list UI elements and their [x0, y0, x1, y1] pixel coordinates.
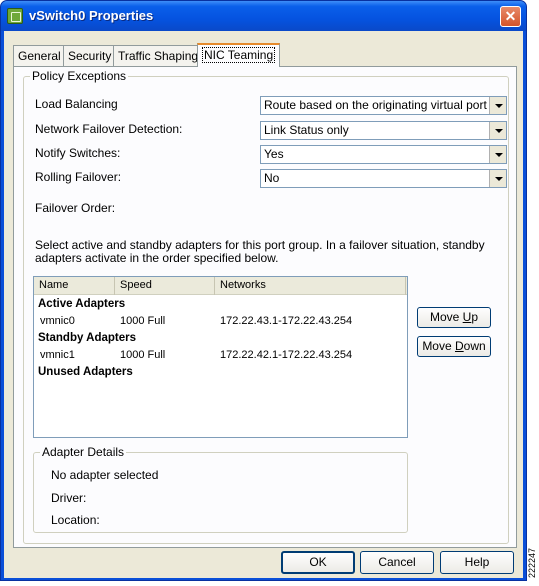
properties-window: vSwitch0 Properties ✕ General Security T…	[0, 0, 527, 581]
rolling-failover-value: No	[264, 171, 280, 185]
column-speed[interactable]: Speed	[115, 277, 215, 295]
adapter-details-status: No adapter selected	[51, 468, 159, 482]
failover-order-label: Failover Order:	[35, 201, 116, 215]
tab-security[interactable]: Security	[63, 45, 117, 66]
column-networks[interactable]: Networks	[215, 277, 406, 295]
adapter-list-header: Name Speed Networks	[34, 277, 407, 295]
unused-adapters-group: Unused Adapters	[34, 364, 407, 381]
figure-number: 222247	[527, 548, 537, 579]
driver-label: Driver:	[51, 491, 87, 505]
adapter-list[interactable]: Name Speed Networks Active Adapters vmni…	[33, 276, 408, 438]
failover-detection-value: Link Status only	[264, 123, 349, 137]
adapter-speed: 1000 Full	[120, 315, 166, 327]
column-name[interactable]: Name	[34, 277, 115, 295]
chevron-down-icon[interactable]	[489, 122, 506, 139]
vswitch-icon	[7, 8, 23, 24]
table-row[interactable]: vmnic1 1000 Full 172.22.42.1-172.22.43.2…	[34, 347, 407, 364]
help-button[interactable]: Help	[440, 551, 514, 574]
adapter-networks: 172.22.43.1-172.22.43.254	[220, 315, 353, 327]
cancel-button[interactable]: Cancel	[360, 551, 434, 574]
tab-traffic-shaping[interactable]: Traffic Shaping	[113, 45, 204, 66]
failover-detection-label: Network Failover Detection:	[35, 122, 183, 136]
tab-security-label: Security	[68, 49, 112, 63]
active-adapters-header: Active Adapters	[38, 298, 126, 310]
move-down-label-pre: Move	[422, 339, 455, 353]
nic-teaming-panel: Policy Exceptions Load Balancing Route b…	[13, 66, 517, 548]
adapter-name: vmnic0	[40, 315, 75, 327]
load-balancing-label: Load Balancing	[35, 97, 118, 111]
chevron-down-icon[interactable]	[489, 146, 506, 163]
dialog-client-area: General Security Traffic Shaping NIC Tea…	[4, 31, 523, 578]
load-balancing-select[interactable]: Route based on the originating virtual p…	[260, 96, 507, 115]
failover-detection-select[interactable]: Link Status only	[260, 121, 507, 140]
adapter-details-title: Adapter Details	[40, 445, 127, 459]
adapter-name: vmnic1	[40, 349, 75, 361]
move-up-label-pre: Move	[429, 310, 463, 324]
tab-traffic-shaping-label: Traffic Shaping	[118, 49, 199, 63]
instructions-line-1: Select active and standby adapters for t…	[35, 238, 485, 252]
adapter-details-group: Adapter Details No adapter selected Driv…	[33, 445, 408, 533]
title-bar[interactable]: vSwitch0 Properties ✕	[1, 1, 526, 31]
location-label: Location:	[51, 513, 100, 527]
tab-general[interactable]: General	[13, 45, 66, 66]
close-button[interactable]: ✕	[500, 6, 521, 27]
rolling-failover-label: Rolling Failover:	[35, 170, 122, 184]
adapter-networks: 172.22.42.1-172.22.43.254	[220, 349, 353, 361]
adapter-speed: 1000 Full	[120, 349, 166, 361]
table-row[interactable]: vmnic0 1000 Full 172.22.43.1-172.22.43.2…	[34, 313, 407, 330]
move-down-label-accel: D	[455, 339, 464, 353]
tab-nic-teaming-label: NIC Teaming	[202, 47, 276, 63]
notify-switches-select[interactable]: Yes	[260, 145, 507, 164]
ok-button[interactable]: OK	[281, 551, 355, 574]
chevron-down-icon[interactable]	[489, 170, 506, 187]
move-down-button[interactable]: Move Down	[417, 336, 491, 357]
window-title: vSwitch0 Properties	[29, 8, 154, 23]
active-adapters-group: Active Adapters	[34, 296, 407, 313]
rolling-failover-select[interactable]: No	[260, 169, 507, 188]
move-up-label-post: p	[471, 310, 479, 324]
policy-exceptions-title: Policy Exceptions	[30, 69, 129, 83]
load-balancing-value: Route based on the originating virtual p…	[264, 98, 503, 112]
instructions-line-2: adapters activate in the order specified…	[35, 251, 279, 265]
unused-adapters-header: Unused Adapters	[38, 366, 133, 378]
notify-switches-label: Notify Switches:	[35, 146, 121, 160]
tab-general-label: General	[18, 49, 61, 63]
tab-nic-teaming[interactable]: NIC Teaming	[197, 43, 281, 67]
move-down-label-post: own	[463, 339, 486, 353]
move-up-button[interactable]: Move Up	[417, 307, 491, 328]
notify-switches-value: Yes	[264, 147, 284, 161]
standby-adapters-group: Standby Adapters	[34, 330, 407, 347]
standby-adapters-header: Standby Adapters	[38, 332, 136, 344]
chevron-down-icon[interactable]	[489, 97, 506, 114]
